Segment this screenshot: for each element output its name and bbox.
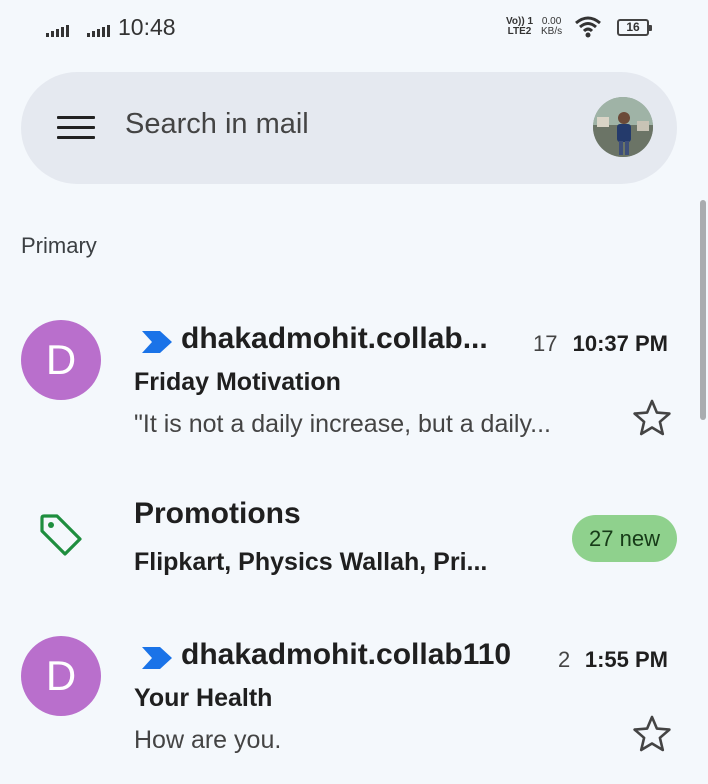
sender-avatar[interactable]: D bbox=[21, 636, 101, 716]
email-row-2[interactable]: D dhakadmohit.collab110 2 1:55 PM Your H… bbox=[0, 616, 700, 784]
thread-count: 17 bbox=[533, 331, 558, 356]
hamburger-menu-icon[interactable] bbox=[57, 116, 95, 140]
email-snippet: "It is not a daily increase, but a daily… bbox=[134, 410, 551, 438]
email-snippet: How are you. bbox=[134, 726, 282, 754]
email-sender: dhakadmohit.collab... bbox=[181, 322, 488, 355]
importance-marker-icon[interactable] bbox=[142, 647, 172, 669]
star-outline-icon[interactable] bbox=[632, 398, 672, 438]
wifi-icon bbox=[575, 16, 601, 38]
signal-strength-icon-2 bbox=[87, 24, 110, 37]
signal-strength-icon bbox=[46, 24, 69, 37]
battery-icon: 16 bbox=[617, 19, 652, 36]
volte-line-2: LTE2 bbox=[507, 26, 532, 37]
status-bar: 10:48 Vo)) 1 LTE2 0.00 KB/s 16 bbox=[0, 0, 708, 58]
profile-avatar[interactable] bbox=[593, 97, 653, 157]
thread-count: 2 bbox=[558, 647, 571, 672]
search-input[interactable]: Search in mail bbox=[125, 108, 309, 141]
new-count-badge: 27 new bbox=[572, 515, 677, 562]
promotions-title: Promotions bbox=[134, 497, 301, 530]
search-bar[interactable]: Search in mail bbox=[21, 72, 677, 184]
promotions-senders: Flipkart, Physics Wallah, Pri... bbox=[134, 548, 488, 576]
importance-marker-icon[interactable] bbox=[142, 331, 172, 353]
network-speed: 0.00 KB/s bbox=[541, 17, 562, 37]
sender-avatar[interactable]: D bbox=[21, 320, 101, 400]
scrollbar-thumb[interactable] bbox=[700, 200, 706, 420]
tag-icon bbox=[40, 514, 82, 556]
email-subject: Your Health bbox=[134, 684, 273, 712]
email-subject: Friday Motivation bbox=[134, 368, 341, 396]
network-speed-unit: KB/s bbox=[541, 26, 563, 37]
email-time: 1:55 PM bbox=[584, 647, 668, 672]
email-row-1[interactable]: D dhakadmohit.collab... 17 10:37 PM Frid… bbox=[0, 300, 700, 460]
email-time: 10:37 PM bbox=[572, 331, 668, 356]
clock: 10:48 bbox=[118, 14, 176, 40]
volte-indicator: Vo)) 1 LTE2 bbox=[506, 17, 533, 37]
section-label-primary: Primary bbox=[21, 233, 97, 258]
email-sender: dhakadmohit.collab110 bbox=[181, 638, 512, 671]
star-outline-icon[interactable] bbox=[632, 714, 672, 754]
